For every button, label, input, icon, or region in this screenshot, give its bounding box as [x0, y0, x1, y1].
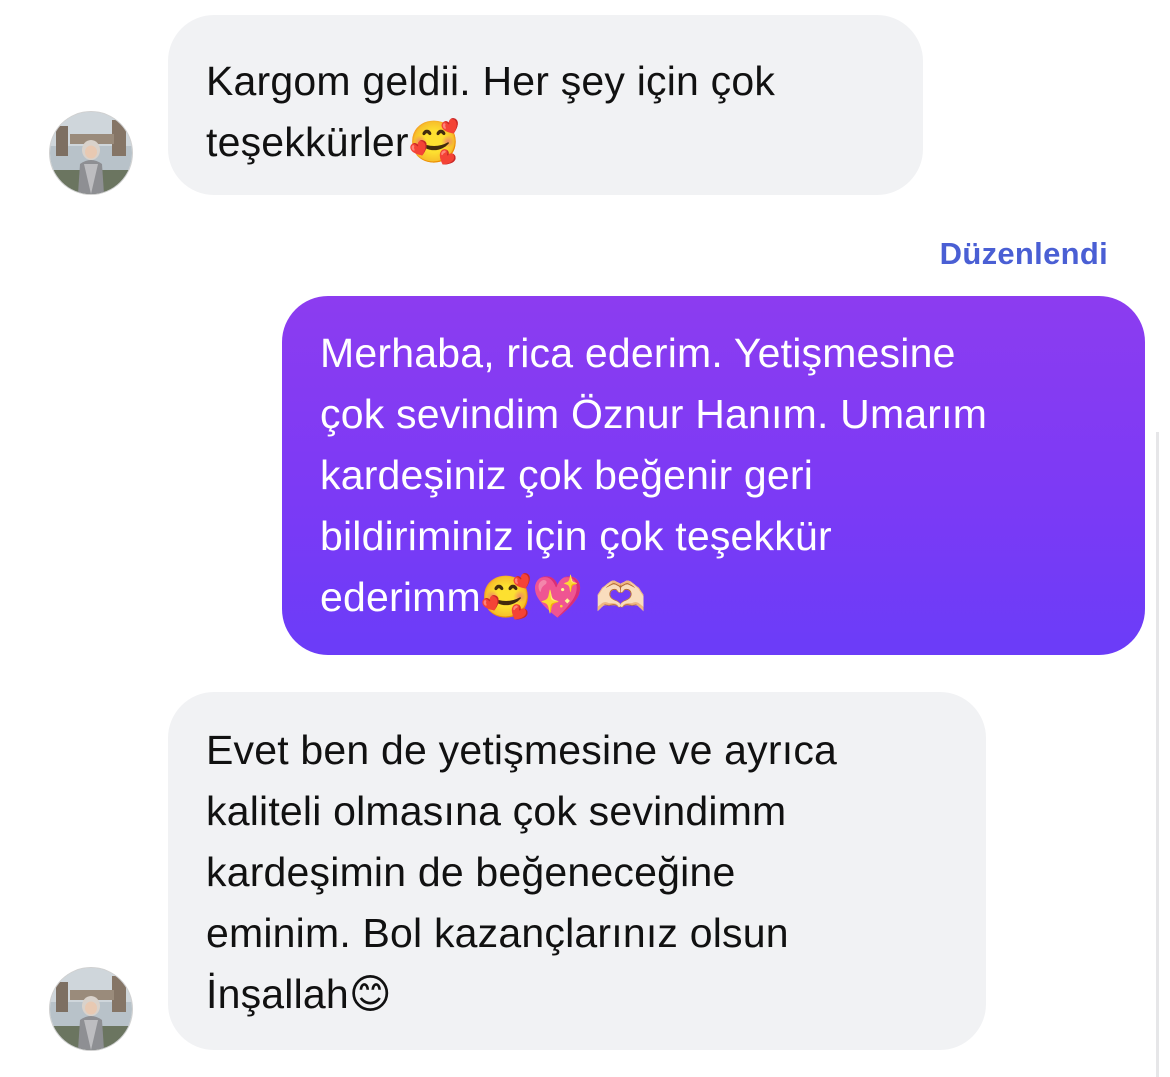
incoming-message-bubble[interactable]: Kargom geldii. Her şey için çok teşekkür…: [168, 15, 923, 195]
contact-avatar[interactable]: [50, 112, 132, 194]
contact-avatar[interactable]: [50, 968, 132, 1050]
edited-label: Düzenlendi: [939, 236, 1108, 271]
avatar-photo-icon: [50, 112, 132, 194]
scroll-indicator[interactable]: [1156, 432, 1159, 1077]
incoming-message-bubble[interactable]: Evet ben de yetişmesine ve ayrıca kalite…: [168, 692, 986, 1050]
avatar-photo-icon: [50, 968, 132, 1050]
outgoing-message-bubble[interactable]: Merhaba, rica ederim. Yetişmesine çok se…: [282, 296, 1145, 655]
